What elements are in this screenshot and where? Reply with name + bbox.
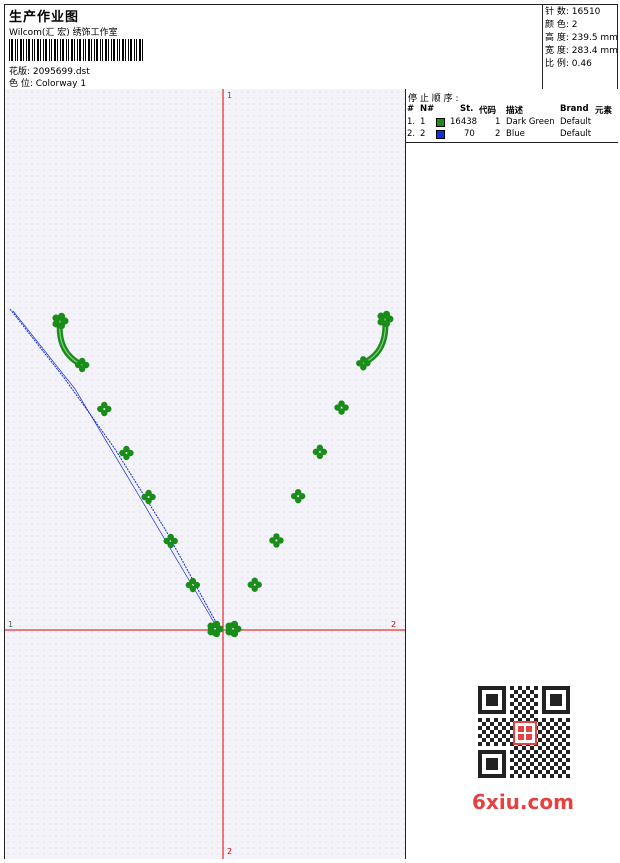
page-title: 生产作业图 (9, 10, 80, 25)
axis-label-top: 1 (227, 91, 233, 100)
seal-stamp-icon (513, 721, 537, 745)
table-row[interactable]: 1. 1 16438 1 Dark Green Default (406, 117, 619, 129)
axis-label-bottom: 2 (227, 847, 233, 856)
qr-code-icon (466, 682, 581, 787)
axis-label-right: 2 (391, 620, 397, 629)
stats-panel: 针 数: 16510 颜 色: 2 高 度: 239.5 mm 宽 度: 283… (542, 5, 618, 89)
stat-colors: 颜 色: 2 (545, 20, 578, 30)
embroidery-preview (5, 89, 405, 859)
stat-scale: 比 例: 0.46 (545, 59, 592, 69)
stop-sequence-title: 停 止 顺 序 : (408, 94, 459, 104)
colorway-line: 色 位: Colorway 1 (9, 79, 87, 89)
header: 生产作业图 Wilcom(汇 宏) 绣饰工作室 花版: 2095699.dst … (5, 5, 618, 90)
color-swatch-green (436, 118, 445, 127)
barcode (9, 39, 143, 61)
watermark-logo: 6xiu.com (472, 790, 574, 814)
design-canvas[interactable]: 1 2 1 2 (5, 89, 405, 859)
stat-width: 宽 度: 283.4 mm (545, 46, 618, 56)
company-name: Wilcom(汇 宏) 绣饰工作室 (9, 28, 118, 38)
stop-sequence-table: 停 止 顺 序 : # N# St. 代码 描述 Brand 元素 1. 1 1… (406, 89, 618, 143)
stat-height: 高 度: 239.5 mm (545, 33, 618, 43)
stat-stitches: 针 数: 16510 (545, 7, 601, 17)
table-row[interactable]: 2. 2 70 2 Blue Default (406, 129, 619, 141)
axis-label-left: 1 (8, 620, 14, 629)
table-header: # N# St. 代码 描述 Brand 元素 (407, 104, 613, 116)
color-swatch-blue (436, 130, 445, 139)
